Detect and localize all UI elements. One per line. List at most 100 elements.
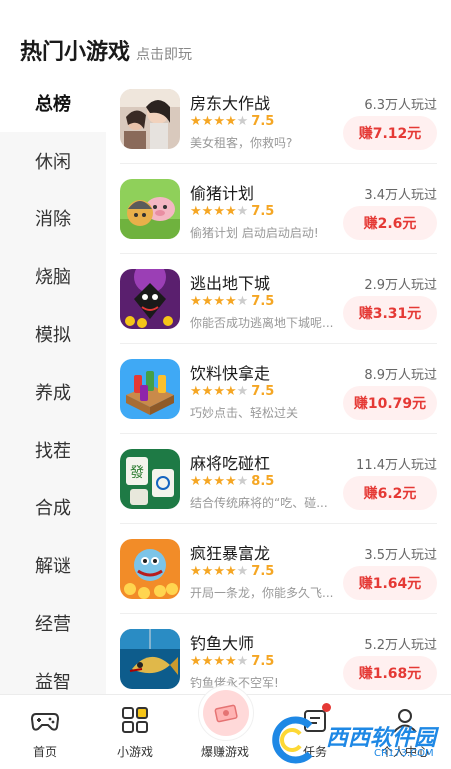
- tab-hot-earn[interactable]: 爆赚游戏: [180, 695, 270, 769]
- star-empty-icon: ★: [236, 654, 249, 669]
- sidebar-item-merge[interactable]: 合成: [0, 479, 106, 537]
- game-title: 疯狂暴富龙: [190, 544, 271, 563]
- gamepad-icon: [30, 705, 60, 735]
- game-rating: ★ ★ ★ ★ ★ 7.5: [190, 114, 274, 129]
- star-icon: ★: [201, 384, 214, 399]
- star-empty-icon: ★: [236, 294, 249, 309]
- game-description: 你能否成功逃离地下城呢...: [190, 316, 334, 330]
- star-icon: ★: [201, 474, 214, 489]
- game-thumbnail[interactable]: [120, 179, 180, 239]
- sidebar-item-spot-difference[interactable]: 找茬: [0, 421, 106, 479]
- page-header: 热门小游戏 点击即玩: [20, 34, 192, 66]
- game-rating: ★ ★ ★ ★ ★ 7.5: [190, 384, 274, 399]
- star-icon: ★: [201, 654, 214, 669]
- star-icon: ★: [190, 204, 202, 219]
- game-row[interactable]: 發 麻将吃碰杠 ★ ★ ★ ★ ★ 8.5 结合传统麻将的“吃、碰... 11.4万人玩…: [106, 434, 451, 524]
- star-empty-icon: ★: [236, 474, 249, 489]
- sidebar-item-management[interactable]: 经营: [0, 594, 106, 652]
- game-thumbnail[interactable]: [120, 359, 180, 419]
- game-description: 开局一条龙，你能多久飞...: [190, 586, 334, 600]
- star-empty-icon: ★: [236, 114, 249, 129]
- game-row[interactable]: 偷猪计划 ★ ★ ★ ★ ★ 7.5 偷猪计划 启动启动启动! 3.4万人玩过 赚2.6…: [106, 164, 451, 254]
- half-star-icon: ★: [224, 114, 237, 129]
- play-count: 2.9万人玩过: [364, 278, 437, 293]
- game-row[interactable]: 疯狂暴富龙 ★ ★ ★ ★ ★ 7.5 开局一条龙，你能多久飞... 3.5万人玩过 赚…: [106, 524, 451, 614]
- sidebar-item-match[interactable]: 消除: [0, 190, 106, 248]
- game-title: 偷猪计划: [190, 184, 255, 203]
- game-thumbnail[interactable]: [120, 539, 180, 599]
- game-description: 巧妙点击、轻松过关: [190, 406, 299, 420]
- game-row[interactable]: 钓鱼大师 ★ ★ ★ ★ ★ 7.5 钓鱼佬永不空军! 5.2万人玩过 赚1.68元: [106, 614, 451, 694]
- game-list: 房东大作战 ★ ★ ★ ★ ★ 7.5 美女租客，你救吗? 6.3万人玩过 赚7.12元…: [106, 74, 451, 694]
- game-thumbnail[interactable]: [120, 269, 180, 329]
- game-score: 8.5: [251, 474, 275, 489]
- star-rating: ★ ★ ★ ★ ★: [190, 205, 248, 218]
- game-description: 美女租客，你救吗?: [190, 136, 293, 150]
- sidebar-item-raising[interactable]: 养成: [0, 363, 106, 421]
- reward-label: 赚2.6元: [363, 216, 417, 232]
- game-thumbnail[interactable]: [120, 629, 180, 689]
- tab-mini-games[interactable]: 小游戏: [90, 695, 180, 769]
- game-title: 饮料快拿走: [190, 364, 271, 383]
- game-score: 7.5: [251, 114, 275, 129]
- star-icon: ★: [213, 204, 225, 219]
- svg-text:發: 發: [130, 465, 144, 481]
- earn-reward-button[interactable]: 赚7.12元: [343, 116, 437, 150]
- star-icon: ★: [213, 294, 225, 309]
- game-rating: ★ ★ ★ ★ ★ 7.5: [190, 564, 274, 579]
- star-icon: ★: [190, 114, 202, 129]
- reward-label: 赚7.12元: [358, 126, 422, 142]
- tab-hot-earn-label: 爆赚游戏: [200, 745, 249, 759]
- game-title: 麻将吃碰杠: [190, 454, 271, 473]
- star-icon: ★: [213, 384, 225, 399]
- game-row[interactable]: 饮料快拿走 ★ ★ ★ ★ ★ 7.5 巧妙点击、轻松过关 8.9万人玩过 赚10.79…: [106, 344, 451, 434]
- game-thumbnail[interactable]: [120, 89, 180, 149]
- star-icon: ★: [201, 294, 214, 309]
- star-rating: ★ ★ ★ ★ ★: [190, 115, 248, 128]
- earn-reward-button[interactable]: 赚10.79元: [343, 386, 437, 420]
- game-row[interactable]: 逃出地下城 ★ ★ ★ ★ ★ 7.5 你能否成功逃离地下城呢... 2.9万人玩过 赚…: [106, 254, 451, 344]
- game-title: 钓鱼大师: [190, 634, 255, 653]
- star-icon: ★: [190, 384, 202, 399]
- star-empty-icon: ★: [236, 564, 249, 579]
- sidebar-item-casual[interactable]: 休闲: [0, 132, 106, 190]
- star-icon: ★: [190, 294, 202, 309]
- star-icon: ★: [190, 654, 202, 669]
- game-title: 逃出地下城: [190, 274, 271, 293]
- earn-reward-button[interactable]: 赚3.31元: [343, 296, 437, 330]
- game-description: 结合传统麻将的“吃、碰...: [190, 496, 328, 510]
- game-row[interactable]: 房东大作战 ★ ★ ★ ★ ★ 7.5 美女租客，你救吗? 6.3万人玩过 赚7.12元: [106, 74, 451, 164]
- sidebar-item-total[interactable]: 总榜: [0, 74, 106, 132]
- earn-reward-button[interactable]: 赚1.68元: [343, 656, 437, 690]
- page-subtitle: 点击即玩: [136, 47, 193, 63]
- half-star-icon: ★: [224, 204, 237, 219]
- star-icon: ★: [213, 474, 225, 489]
- tab-home[interactable]: 首页: [0, 695, 90, 769]
- sidebar-item-simulation[interactable]: 模拟: [0, 305, 106, 363]
- game-rating: ★ ★ ★ ★ ★ 7.5: [190, 654, 274, 669]
- star-rating: ★ ★ ★ ★ ★: [190, 565, 248, 578]
- sidebar-item-puzzle[interactable]: 解谜: [0, 536, 106, 594]
- sidebar-item-brain[interactable]: 烧脑: [0, 247, 106, 305]
- category-sidebar: 总榜 休闲 消除 烧脑 模拟 养成 找茬 合成 解谜 经营 益智: [0, 74, 106, 694]
- game-description: 偷猪计划 启动启动启动!: [190, 226, 319, 240]
- earn-reward-button[interactable]: 赚1.64元: [343, 566, 437, 600]
- star-icon: ★: [201, 114, 214, 129]
- game-thumbnail[interactable]: 發: [120, 449, 180, 509]
- star-icon: ★: [201, 204, 214, 219]
- earn-reward-button[interactable]: 赚2.6元: [343, 206, 437, 240]
- game-score: 7.5: [251, 384, 275, 399]
- reward-label: 赚3.31元: [358, 306, 422, 322]
- game-title: 房东大作战: [190, 94, 271, 113]
- grid-icon: [120, 705, 150, 735]
- app-screen: 热门小游戏 点击即玩 总榜 休闲 消除 烧脑 模拟 养成 找茬 合成 解谜 经营…: [0, 0, 451, 769]
- play-count: 6.3万人玩过: [364, 98, 437, 113]
- watermark-subtext: CR173.COM: [374, 748, 434, 759]
- star-icon: ★: [190, 564, 202, 579]
- earn-reward-button[interactable]: 赚6.2元: [343, 476, 437, 510]
- reward-label: 赚1.68元: [358, 666, 422, 682]
- star-empty-icon: ★: [236, 204, 249, 219]
- site-watermark: 西西软件园 CR173.COM: [262, 710, 451, 769]
- reward-label: 赚6.2元: [363, 486, 417, 502]
- play-count: 8.9万人玩过: [364, 368, 437, 383]
